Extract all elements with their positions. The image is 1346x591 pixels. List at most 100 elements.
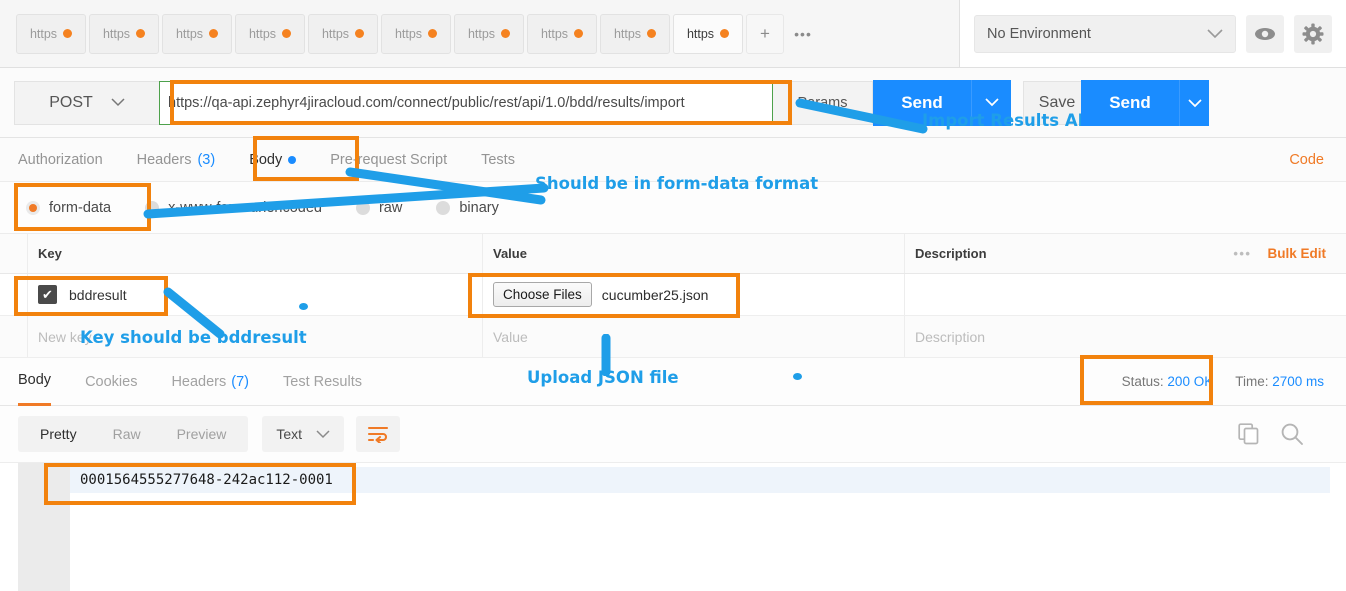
word-wrap-icon xyxy=(367,425,389,443)
unsaved-dot-icon xyxy=(282,29,292,38)
row-gutter xyxy=(0,274,28,315)
http-method-select[interactable]: POST xyxy=(14,80,159,125)
request-tab-label: https xyxy=(540,26,569,41)
request-tab[interactable]: https xyxy=(454,13,524,54)
radio-binary[interactable]: binary xyxy=(436,200,499,216)
unsaved-dot-icon xyxy=(209,29,219,38)
request-tab-label: https xyxy=(175,26,204,41)
radio-x-www-form-urlencoded[interactable]: x-www-form-urlencoded xyxy=(145,200,322,216)
choose-files-button[interactable]: Choose Files xyxy=(493,282,592,307)
environment-select[interactable]: No Environment xyxy=(974,14,1236,53)
response-tab-cookies[interactable]: Cookies xyxy=(85,358,137,406)
tab-authorization[interactable]: Authorization xyxy=(18,152,103,168)
time-badge: Time: 2700 ms xyxy=(1235,374,1324,389)
row-key-input[interactable]: bddresult xyxy=(69,287,127,303)
view-mode-raw[interactable]: Raw xyxy=(95,416,159,452)
tab-label: Pre-request Script xyxy=(330,151,448,168)
new-description-input[interactable]: Description xyxy=(915,329,985,345)
new-value-input[interactable]: Value xyxy=(493,329,528,345)
chevron-down-icon xyxy=(111,98,125,107)
new-description-cell: Description xyxy=(905,316,1195,357)
selected-file-name: cucumber25.json xyxy=(601,286,709,303)
request-tab[interactable]: https xyxy=(162,13,232,54)
new-tab-button[interactable]: + xyxy=(746,13,784,54)
row-gutter xyxy=(0,316,28,357)
request-tab[interactable]: https xyxy=(381,13,451,54)
radio-label: form-data xyxy=(49,199,112,216)
request-tab[interactable]: https xyxy=(600,13,670,54)
code-line-number-gutter xyxy=(18,463,70,591)
response-format-label: Text xyxy=(276,426,303,442)
request-tab[interactable]: https xyxy=(16,13,86,54)
copy-icon[interactable] xyxy=(1238,423,1260,445)
tab-pre-request-script[interactable]: Pre-request Script xyxy=(330,152,447,168)
click-marker-dot xyxy=(793,373,802,380)
response-tab-headers[interactable]: Headers (7) xyxy=(171,358,249,406)
request-tab-label: https xyxy=(102,26,131,41)
radio-label: x-www-form-urlencoded xyxy=(168,199,322,216)
response-tab-test-results[interactable]: Test Results xyxy=(283,358,362,406)
response-format-select[interactable]: Text xyxy=(262,416,345,452)
column-header-value: Value xyxy=(483,234,905,273)
request-tab-label: https xyxy=(321,26,350,41)
time-value: 2700 ms xyxy=(1272,374,1324,389)
tab-tests[interactable]: Tests xyxy=(481,152,515,168)
request-tab[interactable]: https xyxy=(235,13,305,54)
view-mode-pretty[interactable]: Pretty xyxy=(22,416,95,452)
table-options-button[interactable]: ••• xyxy=(1233,246,1251,261)
request-tab[interactable]: https xyxy=(89,13,159,54)
tab-body[interactable]: Body xyxy=(249,151,297,168)
unsaved-dot-icon xyxy=(136,29,146,38)
search-icon[interactable] xyxy=(1280,422,1304,446)
eye-icon xyxy=(1254,27,1276,41)
request-url-input[interactable]: https://qa-api.zephyr4jiracloud.com/conn… xyxy=(159,80,773,125)
code-link[interactable]: Code xyxy=(1289,152,1324,168)
settings-button[interactable] xyxy=(1294,14,1332,53)
radio-label: raw xyxy=(378,199,403,216)
tab-label: Body xyxy=(249,151,283,168)
request-tab[interactable]: https xyxy=(308,13,378,54)
response-tab-body[interactable]: Body xyxy=(18,358,52,406)
row-description-cell[interactable] xyxy=(905,274,1195,315)
request-tab-strip: https https https https https https http… xyxy=(0,0,960,68)
unsaved-dot-icon xyxy=(501,29,511,38)
bulk-edit-button[interactable]: Bulk Edit xyxy=(1267,246,1326,261)
table-gutter xyxy=(0,234,28,273)
radio-form-data[interactable]: form-data xyxy=(26,200,111,216)
environment-quick-look-button[interactable] xyxy=(1246,14,1284,53)
status-badge: Status: 200 OK xyxy=(1122,374,1214,389)
status-label: Status: xyxy=(1121,374,1164,389)
params-button[interactable]: Params xyxy=(773,80,873,125)
request-tab-label: https xyxy=(613,26,642,41)
radio-raw[interactable]: raw xyxy=(355,199,403,216)
request-tab-label: https xyxy=(467,26,496,41)
postman-window: https https https https https https http… xyxy=(0,0,1346,591)
response-body-pane: 0001564555277648-242ac112-0001 xyxy=(0,462,1346,591)
time-label: Time: xyxy=(1235,374,1269,389)
body-modified-dot-icon xyxy=(288,155,297,164)
request-tab-active[interactable]: https xyxy=(673,13,743,54)
send-button-overlay[interactable]: Send xyxy=(1081,80,1209,126)
request-tab-label: https xyxy=(686,26,715,41)
send-options-overlay[interactable] xyxy=(1179,80,1209,126)
radio-icon xyxy=(355,200,370,215)
view-mode-preview[interactable]: Preview xyxy=(159,416,245,452)
radio-icon xyxy=(26,200,40,215)
tab-headers[interactable]: Headers (3) xyxy=(137,152,216,168)
send-button-face[interactable]: Send xyxy=(1081,80,1179,126)
row-enabled-checkbox[interactable]: ✔ xyxy=(38,285,57,304)
request-tab[interactable]: https xyxy=(527,13,597,54)
table-header-actions: ••• Bulk Edit xyxy=(1195,246,1346,261)
tab-overflow-button[interactable]: ••• xyxy=(784,14,822,54)
unsaved-dot-icon xyxy=(428,29,438,38)
word-wrap-button[interactable] xyxy=(356,416,401,452)
response-body-text[interactable]: 0001564555277648-242ac112-0001 xyxy=(70,467,1330,493)
tab-label: Tests xyxy=(481,151,515,168)
environment-bar: No Environment xyxy=(960,0,1346,68)
unsaved-dot-icon xyxy=(647,29,657,38)
tab-label: Body xyxy=(18,372,52,388)
unsaved-dot-icon xyxy=(355,29,365,38)
annotation-upload-json-file: Upload JSON file xyxy=(527,368,679,387)
tab-label: Authorization xyxy=(18,151,103,168)
column-header-description: Description xyxy=(915,246,987,261)
